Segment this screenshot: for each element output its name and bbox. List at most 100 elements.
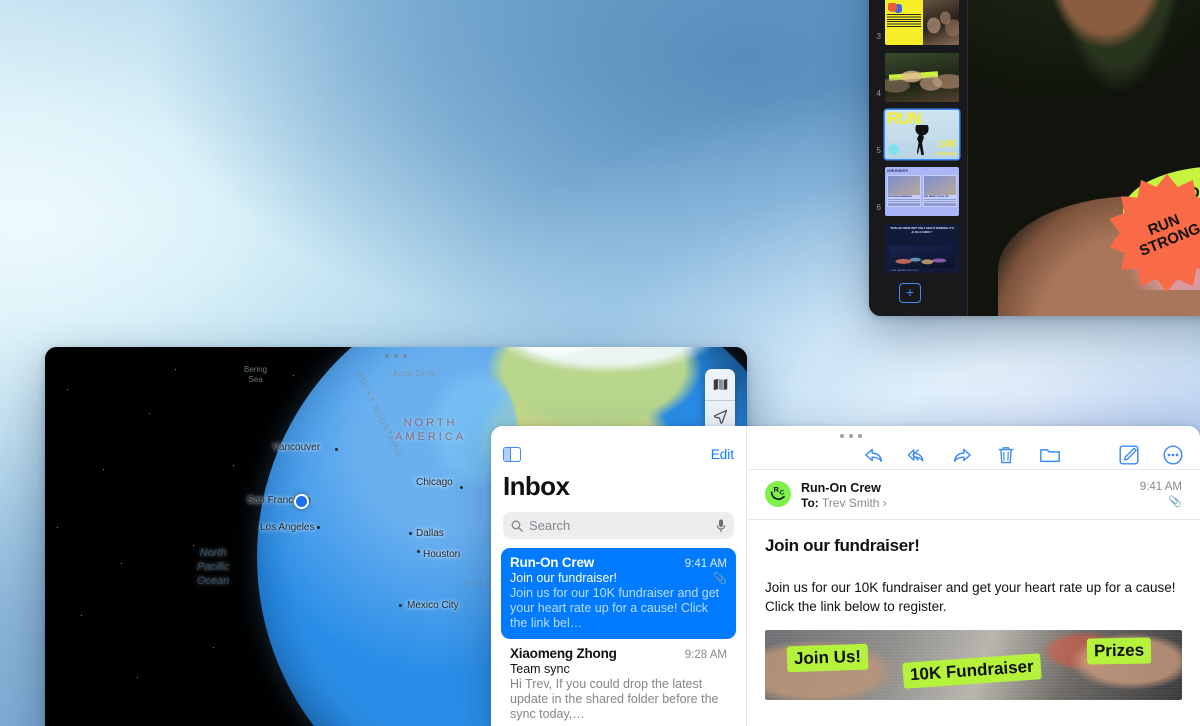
mail-toolbar[interactable]: [747, 426, 1200, 469]
forward-icon[interactable]: [951, 444, 973, 466]
label-vancouver: Vancouver: [273, 442, 321, 453]
slide-fundraiser-text: FUNDRAISER: [934, 152, 957, 156]
list-item[interactable]: Xiaomeng Zhong 9:28 AM Team sync Hi Trev…: [501, 639, 736, 726]
crew-badge-icon: [888, 144, 899, 155]
slide-item[interactable]: 3 COMMUNITY: [869, 0, 967, 49]
chevron-right-icon: ›: [882, 496, 887, 510]
map-controls[interactable]: [705, 369, 735, 431]
reply-icon[interactable]: [863, 444, 885, 466]
slide-canvas[interactable]: RU C COMMUNITY FUNDRAISER 10K RUN RUN ST…: [968, 0, 1200, 316]
slide-caption: COMMUNITY: [887, 0, 921, 1]
more-options-icon[interactable]: [1162, 444, 1184, 466]
current-location-dot[interactable]: [294, 494, 309, 509]
event-photo: [888, 175, 920, 195]
event-title: FUN RUN IN MADISON: [888, 195, 912, 198]
slide-item[interactable]: 4: [869, 49, 967, 106]
add-slide-button[interactable]: +: [899, 283, 921, 303]
message-sender: Xiaomeng Zhong: [510, 646, 617, 661]
slide-thumbnail-7[interactable]: "RUN-ON CREW ISN'T ONLY ABOUT RUNNING. I…: [885, 224, 959, 273]
move-to-folder-icon[interactable]: [1039, 444, 1061, 466]
reply-all-icon[interactable]: [907, 444, 929, 466]
map-layers-button[interactable]: [705, 369, 735, 400]
promo-banner-image[interactable]: Join Us! 10K Fundraiser Prizes: [765, 630, 1182, 700]
mail-header: R C Run-On Crew To: Trev Smith › 9:41 AM…: [747, 469, 1200, 519]
message-recipient[interactable]: To: Trev Smith ›: [801, 496, 887, 510]
label-chicago: Chicago: [416, 477, 453, 488]
mail-body: Join our fundraiser! Join us for our 10K…: [747, 519, 1200, 700]
slide-thumbnail-5[interactable]: RUN 10K FUNDRAISER: [885, 110, 959, 159]
list-item[interactable]: Run-On Crew 9:41 AM Join our fundraiser!…: [501, 548, 736, 639]
message-subject: Join our fundraiser!: [765, 536, 920, 555]
message-sender: Run-On Crew: [801, 481, 881, 495]
label-los-angeles: Los Angeles: [260, 522, 315, 533]
slide-quote: "RUN-ON CREW ISN'T ONLY ABOUT RUNNING. I…: [890, 227, 954, 234]
event-card: FUN RUN IN MADISON: [887, 174, 921, 207]
slide-10k-text: 10K: [938, 139, 957, 150]
decorative-blob: [888, 3, 902, 13]
highlight-bar: [889, 70, 939, 81]
microphone-icon[interactable]: [716, 518, 726, 533]
slide-thumbnail-3[interactable]: COMMUNITY: [885, 0, 959, 45]
slide-item[interactable]: 6 OUR EVENTS FUN RUN IN MADISON GET READ…: [869, 163, 967, 220]
search-bar[interactable]: [503, 512, 734, 539]
mail-detail-pane[interactable]: R C Run-On Crew To: Trev Smith › 9:41 AM…: [746, 426, 1200, 726]
message-sender: Run-On Crew: [510, 555, 595, 570]
edit-button[interactable]: Edit: [711, 447, 734, 462]
event-card: GET READY FOR A 10K: [923, 174, 957, 207]
slide-number: 6: [876, 203, 881, 212]
mail-window[interactable]: Edit Inbox Run-On Crew 9:41 AM Join our …: [491, 426, 1200, 726]
slide-thumbnail-6[interactable]: OUR EVENTS FUN RUN IN MADISON GET READY …: [885, 167, 959, 216]
message-subject: Team sync: [510, 662, 570, 676]
message-subject: Join our fundraiser!: [510, 571, 618, 585]
keynote-window[interactable]: 3 COMMUNITY 4 5 R: [869, 0, 1200, 316]
city-dot-mexico-city: [399, 604, 402, 607]
svg-text:C: C: [780, 490, 785, 497]
label-houston: Houston: [423, 549, 461, 560]
slide-item[interactable]: "RUN-ON CREW ISN'T ONLY ABOUT RUNNING. I…: [869, 220, 967, 277]
event-text-lines: [888, 198, 920, 206]
slide-item[interactable]: 5 RUN 10K FUNDRAISER: [869, 106, 967, 163]
compose-icon[interactable]: [1118, 444, 1140, 466]
banner-tag-prizes: Prizes: [1086, 637, 1152, 665]
text-lines: [887, 14, 922, 28]
event-title: GET READY FOR A 10K: [924, 195, 949, 198]
label-mexico-city: Mexico City: [407, 600, 459, 611]
city-dot-dallas: [409, 532, 412, 535]
search-input[interactable]: [529, 518, 710, 533]
mail-window-drag-handle[interactable]: [840, 434, 862, 438]
to-value: Trev Smith: [821, 496, 880, 510]
message-body-text: Join us for our 10K fundraiser and get y…: [765, 578, 1182, 616]
event-photo: [924, 175, 956, 195]
slide-run-text: RUN: [887, 110, 922, 128]
message-preview: Join us for our 10K fundraiser and get y…: [510, 586, 720, 630]
sidebar-toggle-icon[interactable]: [503, 447, 521, 462]
label-bering-sea: Bering Sea: [244, 365, 268, 384]
slide-navigator[interactable]: 3 COMMUNITY 4 5 R: [869, 0, 968, 316]
message-time: 9:41 AM: [1139, 481, 1182, 493]
city-dot-vancouver: [335, 448, 338, 451]
slide-number: 4: [876, 89, 881, 98]
map-layers-icon: [713, 378, 727, 391]
slide-number: 5: [876, 146, 881, 155]
search-icon: [511, 520, 523, 532]
slide-thumbnail-4[interactable]: [885, 53, 959, 102]
slide-photo: [923, 0, 959, 45]
runner-face: [1012, 0, 1200, 48]
mail-message-list[interactable]: Edit Inbox Run-On Crew 9:41 AM Join our …: [491, 426, 746, 726]
trash-icon[interactable]: [995, 444, 1017, 466]
city-dot-chicago: [460, 486, 463, 489]
slide-number: [871, 269, 881, 273]
label-arctic-circle: Arctic Circle: [393, 369, 436, 378]
label-dallas: Dallas: [416, 528, 444, 539]
maps-window-drag-handle[interactable]: [385, 354, 407, 358]
city-dot-houston: [417, 550, 420, 553]
banner-tag-join-us: Join Us!: [786, 643, 869, 673]
event-text-lines: [924, 198, 956, 206]
runner-silhouette: [913, 125, 931, 157]
page-title: Inbox: [503, 471, 570, 501]
avatar: R C: [765, 481, 791, 507]
message-preview: Hi Trev, If you could drop the latest up…: [510, 677, 719, 721]
location-arrow-icon: [713, 409, 727, 424]
slide-caption: OUR EVENTS: [887, 169, 908, 173]
label-north-pacific-ocean: North Pacific Ocean: [197, 547, 230, 587]
